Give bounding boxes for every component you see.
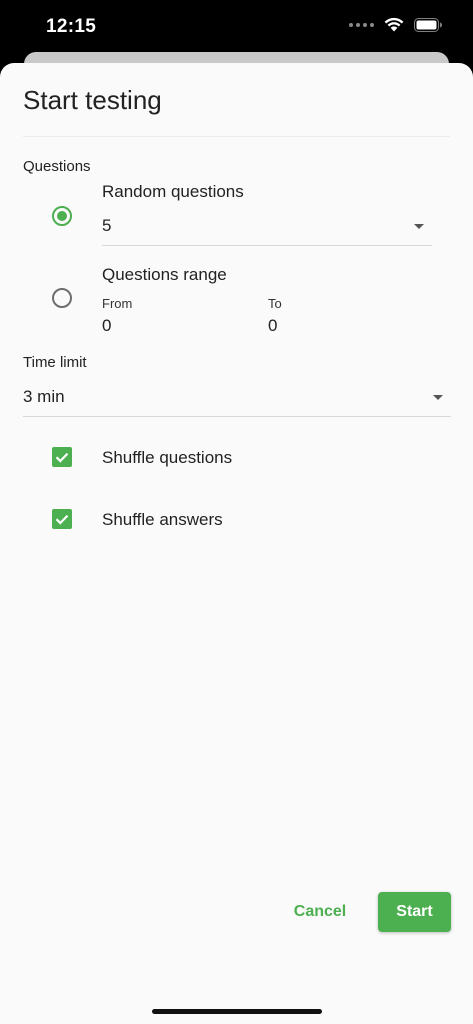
dropdown-arrow-icon: [433, 395, 443, 400]
checkmark-icon: [55, 514, 69, 525]
shuffle-answers-label: Shuffle answers: [102, 510, 223, 529]
dropdown-arrow-icon: [414, 224, 424, 229]
random-questions-radio[interactable]: [52, 206, 72, 226]
status-bar: 12:15: [0, 0, 473, 52]
start-button[interactable]: Start: [378, 892, 451, 932]
cellular-signal-icon: [349, 22, 374, 27]
shuffle-questions-checkbox[interactable]: [52, 447, 72, 467]
time-limit-dropdown[interactable]: 3 min: [23, 381, 451, 417]
status-icons: [349, 17, 443, 32]
range-from-input[interactable]: 0: [102, 316, 111, 336]
time-limit-label: Time limit: [23, 354, 87, 371]
status-time: 12:15: [46, 16, 97, 37]
shuffle-answers-checkbox[interactable]: [52, 509, 72, 529]
title-divider: [23, 136, 450, 137]
questions-range-label: Questions range: [102, 265, 227, 284]
range-to-label: To: [268, 296, 282, 311]
battery-icon: [414, 17, 442, 32]
wifi-icon: [384, 17, 404, 32]
screen: 12:15 Start testing Questions Random que…: [0, 0, 473, 1024]
page-title: Start testing: [23, 85, 162, 115]
questions-section-label: Questions: [23, 158, 91, 175]
home-indicator: [152, 1009, 322, 1014]
time-limit-value: 3 min: [23, 387, 65, 406]
questions-range-radio[interactable]: [52, 288, 72, 308]
random-count-dropdown[interactable]: 5: [102, 210, 432, 246]
range-from-label: From: [102, 296, 133, 311]
start-testing-sheet: Start testing Questions Random questions…: [0, 63, 473, 1024]
random-count-value: 5: [102, 216, 112, 235]
shuffle-questions-label: Shuffle questions: [102, 448, 233, 467]
checkmark-icon: [55, 452, 69, 463]
random-questions-label: Random questions: [102, 182, 244, 201]
range-to-input[interactable]: 0: [268, 316, 277, 336]
cancel-button[interactable]: Cancel: [282, 893, 358, 931]
